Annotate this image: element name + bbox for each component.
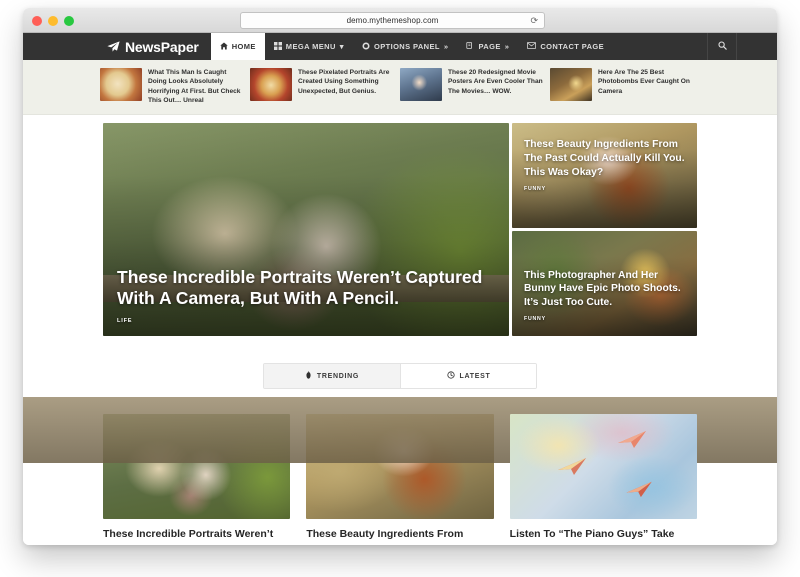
hero-side-category-2: FUNNY — [524, 316, 546, 323]
featured-thumbnail — [550, 68, 592, 101]
nav-item-contact-page-label: CONTACT PAGE — [540, 42, 605, 51]
hero-side-text-2: This Photographer And Her Bunny Have Epi… — [524, 269, 685, 323]
fire-icon — [305, 371, 312, 381]
hero-side-title-1: These Beauty Ingredients From The Past C… — [524, 139, 685, 178]
post-filter-tabs: TRENDING LATEST — [23, 363, 777, 390]
gear-icon — [362, 42, 370, 52]
featured-card[interactable]: What This Man Is Caught Doing Looks Abso… — [100, 68, 250, 105]
featured-card-title: These Pixelated Portraits Are Created Us… — [298, 69, 390, 95]
chevron-right-icon: » — [443, 42, 449, 51]
post-card-title: Listen To “The Piano Guys” Take — [509, 528, 675, 541]
tab-latest-label: LATEST — [459, 372, 491, 380]
nav-item-mega-menu[interactable]: MEGA MENU ▾ — [265, 33, 353, 60]
maximize-window-button[interactable] — [64, 16, 74, 26]
browser-titlebar: demo.mythemeshop.com ⟳ — [23, 8, 777, 33]
site-logo[interactable]: NewsPaper — [107, 33, 211, 60]
post-card-image — [509, 414, 697, 520]
browser-window: demo.mythemeshop.com ⟳ + NewsPaper HOME — [23, 8, 777, 545]
site-logo-text: NewsPaper — [125, 38, 199, 55]
paper-plane-decor-1 — [618, 429, 648, 449]
tab-latest[interactable]: LATEST — [400, 364, 536, 389]
address-bar-url: demo.mythemeshop.com — [346, 16, 439, 25]
post-grid-section: These Incredible Portraits Weren’t These… — [23, 414, 777, 542]
reload-icon[interactable]: ⟳ — [530, 16, 538, 25]
post-grid: These Incredible Portraits Weren’t These… — [103, 414, 697, 542]
hero-side-story-1[interactable]: These Beauty Ingredients From The Past C… — [512, 123, 697, 229]
hero-grid: These Incredible Portraits Weren’t Captu… — [103, 123, 697, 337]
featured-card-title: What This Man Is Caught Doing Looks Abso… — [148, 69, 241, 105]
address-bar[interactable]: demo.mythemeshop.com ⟳ — [240, 12, 545, 29]
featured-strip: What This Man Is Caught Doing Looks Abso… — [23, 60, 777, 116]
search-button[interactable] — [707, 33, 737, 60]
hero-main-story[interactable]: These Incredible Portraits Weren’t Captu… — [103, 123, 509, 337]
site-navbar: NewsPaper HOME MEGA MENU ▾ OPTIONS PANEL… — [23, 33, 777, 60]
hero-section: These Incredible Portraits Weren’t Captu… — [23, 115, 777, 337]
nav-item-page[interactable]: PAGE » — [457, 33, 518, 60]
hero-main-category: LIFE — [117, 318, 133, 325]
hero-side-story-2[interactable]: This Photographer And Her Bunny Have Epi… — [512, 231, 697, 337]
paper-plane-decor-2 — [558, 456, 588, 476]
featured-thumbnail — [100, 68, 142, 101]
window-traffic-lights — [32, 16, 74, 26]
hero-side-text-1: These Beauty Ingredients From The Past C… — [524, 138, 685, 192]
post-card-title: These Incredible Portraits Weren’t — [103, 528, 274, 541]
clock-icon — [446, 371, 455, 381]
featured-thumbnail — [400, 68, 442, 101]
featured-thumbnail — [250, 68, 292, 101]
featured-card[interactable]: Here Are The 25 Best Photobombs Ever Cau… — [550, 68, 700, 105]
post-card[interactable]: These Incredible Portraits Weren’t — [103, 414, 291, 542]
chevron-down-icon: ▾ — [339, 42, 344, 51]
nav-tail — [737, 33, 777, 60]
hero-side-title-2: This Photographer And Her Bunny Have Epi… — [524, 269, 681, 308]
featured-card[interactable]: These 20 Redesigned Movie Posters Are Ev… — [400, 68, 550, 105]
chevron-right-icon-2: » — [504, 42, 510, 51]
nav-item-options-panel[interactable]: OPTIONS PANEL » — [353, 33, 457, 60]
page-viewport: NewsPaper HOME MEGA MENU ▾ OPTIONS PANEL… — [23, 33, 777, 545]
nav-item-home[interactable]: HOME — [210, 33, 265, 60]
nav-item-page-label: PAGE — [478, 42, 501, 51]
featured-card-title: Here Are The 25 Best Photobombs Ever Cau… — [598, 69, 690, 95]
hero-main-text: These Incredible Portraits Weren’t Captu… — [117, 267, 495, 325]
grid-icon — [273, 41, 282, 52]
pages-icon — [466, 41, 474, 52]
tab-trending-label: TRENDING — [316, 372, 360, 380]
nav-item-home-label: HOME — [231, 42, 256, 51]
tabs-group: TRENDING LATEST — [263, 363, 537, 390]
tab-trending[interactable]: TRENDING — [264, 364, 400, 389]
nav-item-contact-page[interactable]: CONTACT PAGE — [518, 33, 613, 60]
post-card[interactable]: Listen To “The Piano Guys” Take — [509, 414, 697, 542]
nav-item-mega-menu-label: MEGA MENU — [285, 42, 336, 51]
post-card-title: These Beauty Ingredients From — [306, 528, 464, 541]
home-icon — [219, 42, 228, 52]
hero-side-column: These Beauty Ingredients From The Past C… — [512, 123, 697, 337]
paper-plane-decor-3 — [626, 480, 654, 498]
envelope-icon — [527, 42, 537, 51]
post-card-image — [103, 414, 291, 520]
search-icon — [717, 41, 727, 52]
nav-items: HOME MEGA MENU ▾ OPTIONS PANEL » PAGE » … — [210, 33, 613, 60]
hero-main-title: These Incredible Portraits Weren’t Captu… — [117, 266, 483, 309]
paper-plane-icon — [107, 41, 120, 52]
minimize-window-button[interactable] — [48, 16, 58, 26]
featured-card[interactable]: These Pixelated Portraits Are Created Us… — [250, 68, 400, 105]
hero-side-category-1: FUNNY — [524, 186, 546, 193]
nav-item-options-panel-label: OPTIONS PANEL — [373, 42, 440, 51]
close-window-button[interactable] — [32, 16, 42, 26]
featured-card-title: These 20 Redesigned Movie Posters Are Ev… — [448, 69, 543, 95]
